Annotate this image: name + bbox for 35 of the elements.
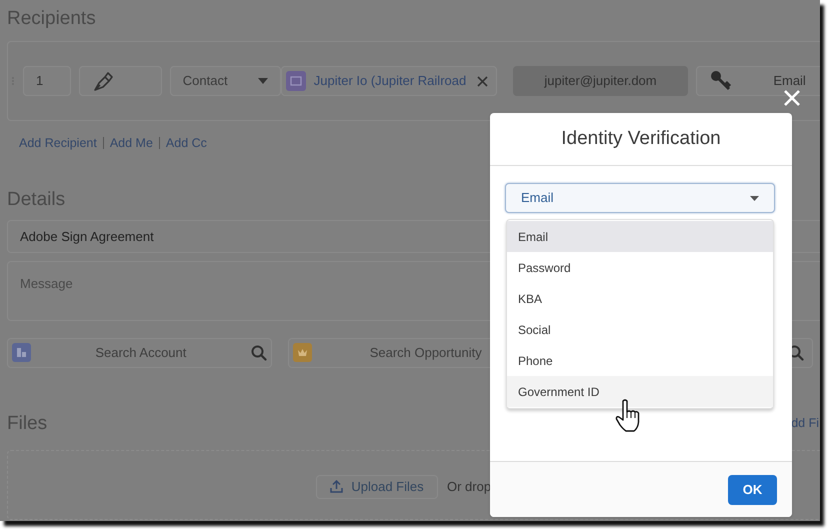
dropdown-option[interactable]: Email — [507, 221, 773, 252]
dropdown-option[interactable]: Password — [507, 252, 773, 283]
add-link[interactable]: Add Recipient — [19, 134, 97, 153]
key-icon — [709, 69, 734, 93]
order-field[interactable]: 1 — [22, 66, 71, 96]
account-icon — [12, 343, 31, 362]
caret-icon — [750, 196, 759, 200]
search-opportunity-placeholder: Search Opportunity — [370, 344, 482, 362]
contact-name: Jupiter Io (Jupiter Railroad — [314, 72, 466, 90]
recipient-type-select[interactable]: Contact — [170, 66, 281, 96]
dropdown-option[interactable]: Social — [507, 314, 773, 345]
verification-button[interactable]: Email — [696, 66, 820, 96]
verification-select[interactable]: Email — [505, 183, 775, 213]
upload-icon — [330, 480, 344, 494]
dropdown-option[interactable]: Phone — [507, 345, 773, 376]
add-files-link[interactable]: dd Fi — [791, 414, 819, 434]
search-account-field[interactable]: Search Account — [7, 338, 272, 368]
upload-files-button[interactable]: Upload Files — [316, 474, 438, 499]
drop-hint: Or drop — [447, 478, 492, 496]
dropdown-option[interactable]: KBA — [507, 283, 773, 314]
pen-icon — [92, 70, 114, 92]
search-account-placeholder: Search Account — [94, 344, 188, 362]
add-link[interactable]: Add Cc — [166, 134, 207, 153]
search-icon — [250, 344, 267, 361]
ok-button[interactable]: OK — [728, 474, 777, 504]
add-link[interactable]: Add Me — [110, 134, 153, 153]
email-field[interactable]: jupiter@jupiter.dom — [512, 66, 688, 96]
signer-role-button[interactable] — [78, 66, 162, 96]
caret-icon — [258, 78, 268, 84]
dialog-title: Identity Verification — [490, 113, 792, 166]
contact-chip[interactable]: Jupiter Io (Jupiter Railroad — [280, 66, 497, 96]
dropdown-option[interactable]: Government ID — [507, 376, 773, 407]
crown-icon — [292, 343, 312, 362]
contact-card-icon — [286, 71, 306, 91]
close-icon[interactable] — [476, 76, 488, 86]
